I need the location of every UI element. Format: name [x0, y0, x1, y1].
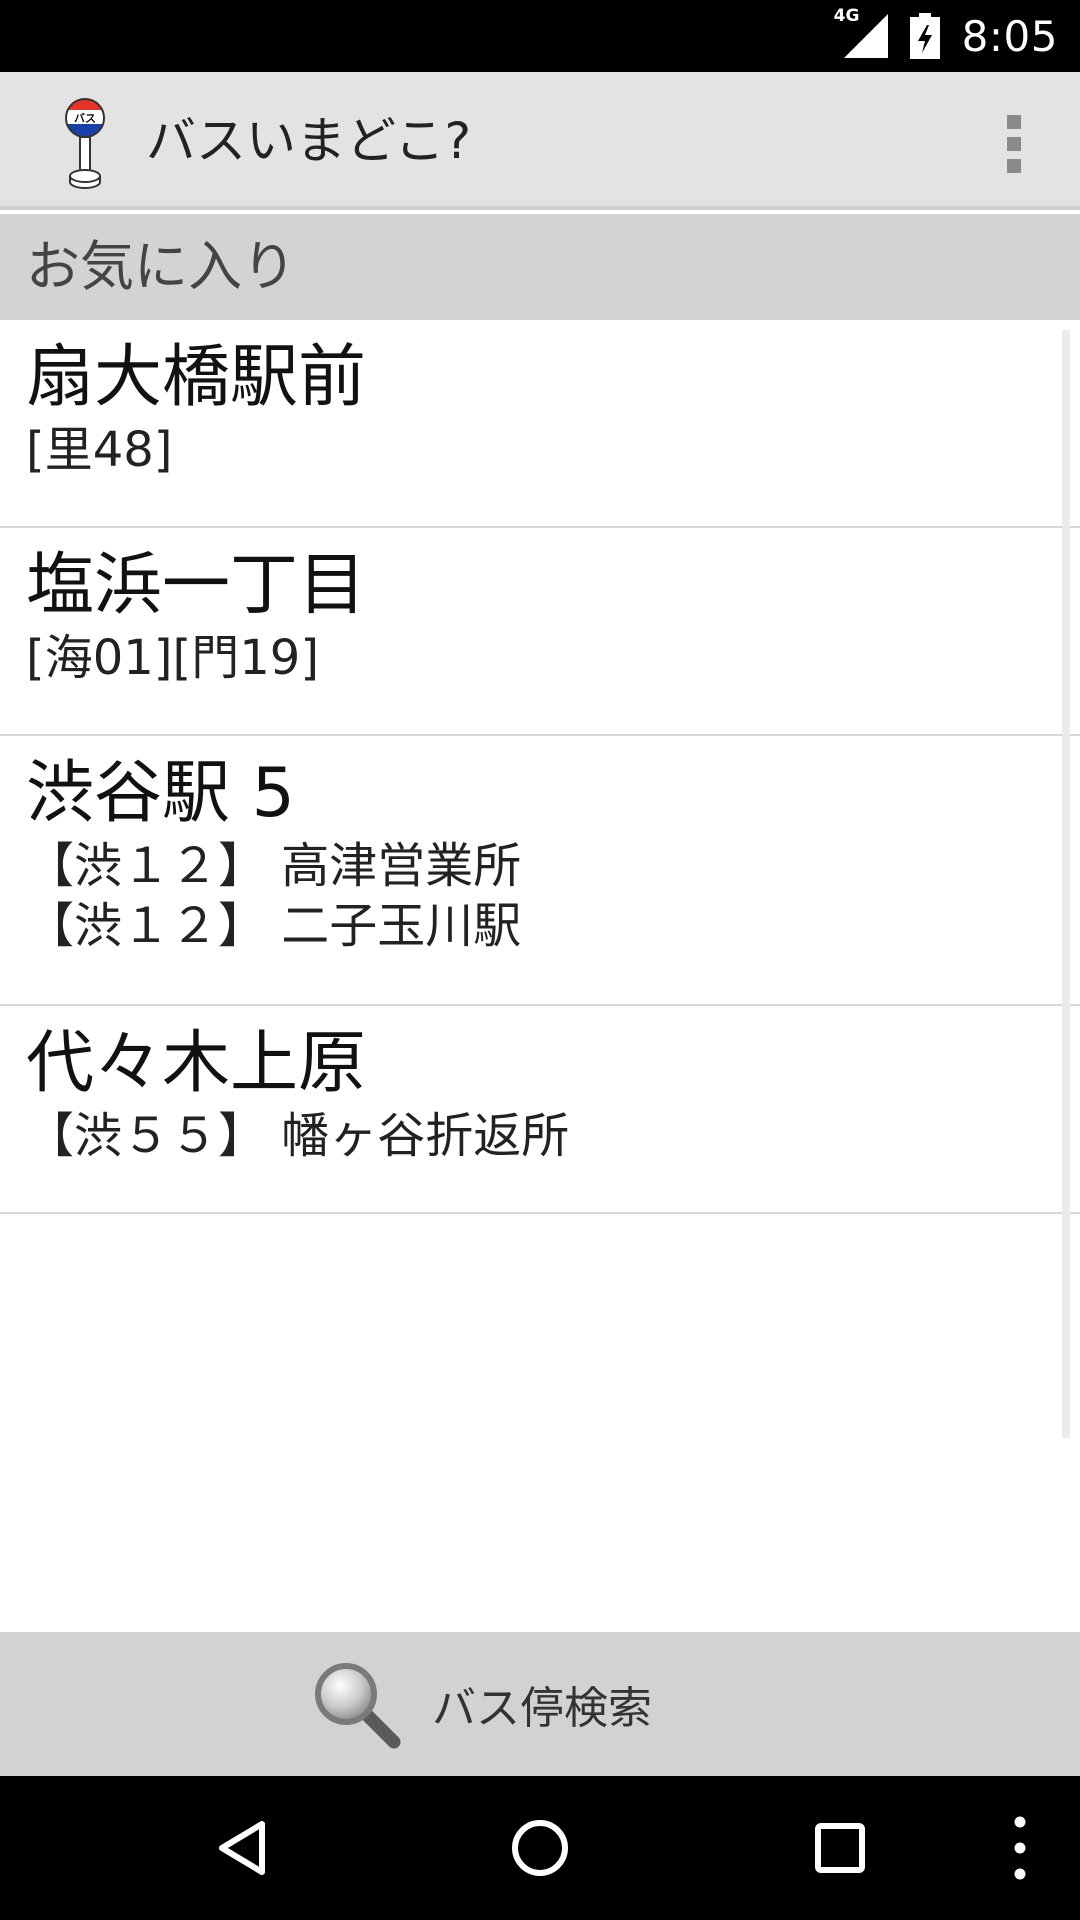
recents-button[interactable] — [798, 1806, 882, 1890]
stop-name: 渋谷駅 5 — [26, 754, 295, 833]
back-button[interactable] — [200, 1806, 284, 1890]
favorites-section-header: お気に入り — [0, 214, 1080, 320]
bus-stop-search-button[interactable]: バス停検索 — [310, 1646, 670, 1762]
overflow-menu-button[interactable] — [984, 112, 1044, 176]
list-scrollbar[interactable] — [1062, 330, 1070, 1438]
status-icons: 4G 8:05 — [834, 0, 1058, 72]
route-label: [里48] — [26, 422, 173, 478]
cell-signal-icon: 4G — [834, 6, 888, 58]
bus-stop-sign-icon: バス — [60, 96, 110, 192]
back-triangle-icon — [219, 1821, 265, 1875]
app-title: バスいまどこ? — [146, 112, 472, 170]
route-list: [里48] — [26, 420, 1080, 510]
route-label: 【渋５５】 幡ヶ谷折返所 — [26, 1108, 570, 1164]
favorite-item[interactable]: 扇大橋駅前 [里48] — [0, 320, 1080, 528]
route-list: 【渋１２】 高津営業所 【渋１２】 二子玉川駅 — [26, 836, 1080, 986]
search-bar: バス停検索 — [0, 1632, 1080, 1776]
magnifier-icon — [315, 1663, 401, 1749]
battery-charging-icon — [909, 13, 940, 59]
overflow-dot — [1007, 137, 1021, 151]
route-label: 【渋１２】 高津営業所 — [26, 838, 522, 894]
menu-button[interactable] — [1000, 1806, 1040, 1890]
favorites-header-label: お気に入り — [26, 235, 296, 298]
status-bar: 4G 8:05 — [0, 0, 1080, 72]
favorite-item[interactable]: 塩浜一丁目 [海01][門19] — [0, 528, 1080, 736]
route-label: [海01][門19] — [26, 630, 320, 686]
overflow-dot — [1007, 159, 1021, 173]
search-label: バス停検索 — [432, 1683, 652, 1734]
app-bar: バス バスいまどこ? — [0, 72, 1080, 210]
home-button[interactable] — [498, 1806, 582, 1890]
bus-stop-sign-text: バス — [74, 112, 96, 125]
stop-name: 塩浜一丁目 — [26, 546, 367, 625]
status-time: 8:05 — [961, 11, 1058, 61]
route-label: 【渋１２】 二子玉川駅 — [26, 898, 522, 954]
stop-name: 扇大橋駅前 — [26, 338, 367, 417]
route-list: 【渋５５】 幡ヶ谷折返所 — [26, 1106, 1080, 1196]
home-circle-icon — [512, 1820, 568, 1876]
overflow-dot — [1007, 115, 1021, 129]
network-type-label: 4G — [833, 6, 860, 26]
menu-dots-icon — [1014, 1816, 1026, 1880]
system-nav-bar — [0, 1776, 1080, 1920]
favorites-list: 扇大橋駅前 [里48] 塩浜一丁目 [海01][門19] 渋谷駅 5 【渋１２】… — [0, 320, 1080, 1214]
route-list: [海01][門19] — [26, 628, 1080, 718]
stop-name: 代々木上原 — [26, 1024, 367, 1103]
favorite-item[interactable]: 代々木上原 【渋５５】 幡ヶ谷折返所 — [0, 1006, 1080, 1214]
recents-square-icon — [815, 1823, 865, 1873]
favorite-item[interactable]: 渋谷駅 5 【渋１２】 高津営業所 【渋１２】 二子玉川駅 — [0, 736, 1080, 1006]
